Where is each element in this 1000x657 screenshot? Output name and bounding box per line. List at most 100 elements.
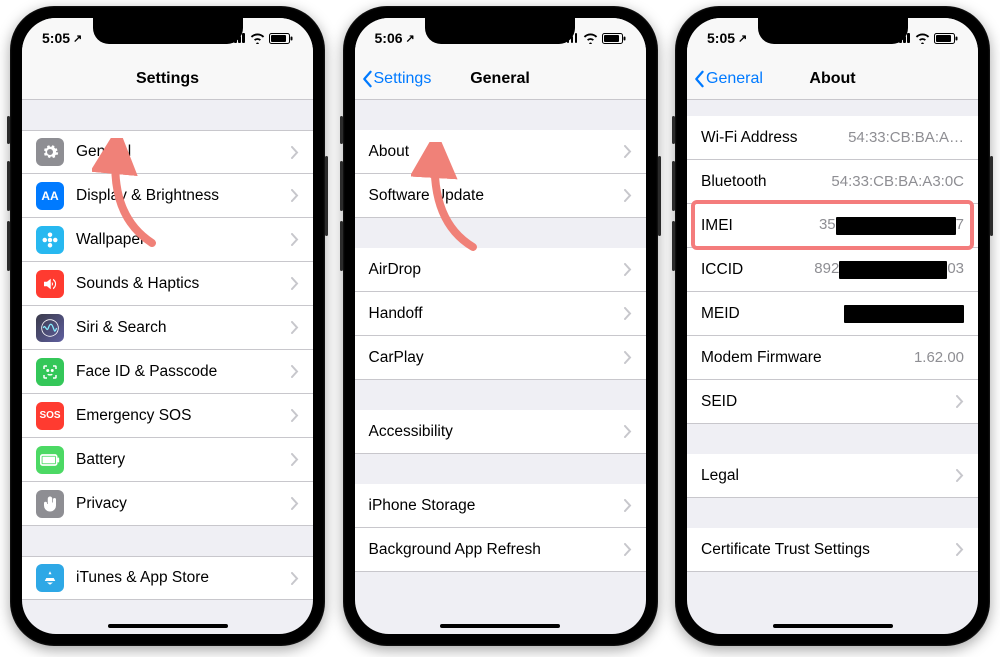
- chevron-right-icon: [291, 365, 299, 378]
- battery-icon: [602, 33, 626, 44]
- chevron-right-icon: [291, 233, 299, 246]
- row-label: Emergency SOS: [76, 407, 283, 425]
- row-value: 1.62.00: [914, 349, 964, 366]
- general-row-software-update[interactable]: Software Update: [355, 174, 646, 218]
- row-label: MEID: [701, 305, 844, 323]
- settings-row-privacy[interactable]: Privacy: [22, 482, 313, 526]
- nav-bar: General About: [687, 58, 978, 100]
- settings-row-sounds-haptics[interactable]: Sounds & Haptics: [22, 262, 313, 306]
- settings-row-itunes-app-store[interactable]: iTunes & App Store: [22, 556, 313, 600]
- row-label: Battery: [76, 451, 283, 469]
- settings-row-general[interactable]: General: [22, 130, 313, 174]
- about-row-certificate-trust-settings[interactable]: Certificate Trust Settings: [687, 528, 978, 572]
- general-row-accessibility[interactable]: Accessibility: [355, 410, 646, 454]
- gear-icon: [36, 138, 64, 166]
- chevron-right-icon: [624, 307, 632, 320]
- row-label: Wi-Fi Address: [701, 129, 848, 147]
- location-icon: ↗: [406, 32, 415, 45]
- row-value: 89203: [814, 260, 964, 278]
- status-time: 5:06: [375, 30, 403, 46]
- about-row-modem-firmware: Modem Firmware1.62.00: [687, 336, 978, 380]
- row-label: Accessibility: [369, 423, 616, 441]
- row-label: Background App Refresh: [369, 541, 616, 559]
- nav-title: Settings: [136, 70, 199, 88]
- row-value: [844, 304, 964, 322]
- chevron-right-icon: [291, 453, 299, 466]
- chevron-right-icon: [624, 263, 632, 276]
- hand-icon: [36, 490, 64, 518]
- nav-bar: Settings General: [355, 58, 646, 100]
- row-label: General: [76, 143, 283, 161]
- chevron-right-icon: [291, 321, 299, 334]
- general-row-carplay[interactable]: CarPlay: [355, 336, 646, 380]
- notch: [758, 18, 908, 44]
- row-label: iPhone Storage: [369, 497, 616, 515]
- settings-row-display-brightness[interactable]: AADisplay & Brightness: [22, 174, 313, 218]
- row-label: Modem Firmware: [701, 349, 914, 367]
- row-label: Privacy: [76, 495, 283, 513]
- wifi-icon: [250, 33, 265, 44]
- about-row-wi-fi-address: Wi-Fi Address54:33:CB:BA:A…: [687, 116, 978, 160]
- chevron-right-icon: [291, 146, 299, 159]
- about-row-iccid: ICCID89203: [687, 248, 978, 292]
- home-indicator: [773, 624, 893, 628]
- nav-back-button[interactable]: General: [693, 58, 763, 99]
- general-row-background-app-refresh[interactable]: Background App Refresh: [355, 528, 646, 572]
- row-label: Display & Brightness: [76, 187, 283, 205]
- face-icon: [36, 358, 64, 386]
- nav-back-label: Settings: [374, 70, 432, 88]
- battery-icon: [36, 446, 64, 474]
- appstore-icon: [36, 564, 64, 592]
- row-label: Sounds & Haptics: [76, 275, 283, 293]
- phone-general: 5:06 ↗ Settings General About Software Up…: [343, 6, 658, 646]
- nav-back-label: General: [706, 70, 763, 88]
- row-value: 54:33:CB:BA:A…: [848, 129, 964, 146]
- row-label: AirDrop: [369, 261, 616, 279]
- row-label: Siri & Search: [76, 319, 283, 337]
- status-time: 5:05: [707, 30, 735, 46]
- nav-title: General: [470, 70, 530, 88]
- chevron-right-icon: [956, 543, 964, 556]
- chevron-right-icon: [291, 572, 299, 585]
- status-time: 5:05: [42, 30, 70, 46]
- phone-about: 5:05 ↗ General About Wi-Fi Address54:33:…: [675, 6, 990, 646]
- settings-row-siri-search[interactable]: Siri & Search: [22, 306, 313, 350]
- about-row-bluetooth: Bluetooth54:33:CB:BA:A3:0C: [687, 160, 978, 204]
- chevron-right-icon: [624, 543, 632, 556]
- row-label: SEID: [701, 393, 948, 411]
- row-label: Face ID & Passcode: [76, 363, 283, 381]
- notch: [93, 18, 243, 44]
- location-icon: ↗: [738, 32, 747, 45]
- about-row-legal[interactable]: Legal: [687, 454, 978, 498]
- row-label: Handoff: [369, 305, 616, 323]
- chevron-right-icon: [956, 395, 964, 408]
- settings-row-battery[interactable]: Battery: [22, 438, 313, 482]
- general-row-handoff[interactable]: Handoff: [355, 292, 646, 336]
- battery-icon: [269, 33, 293, 44]
- general-row-about[interactable]: About: [355, 130, 646, 174]
- settings-row-wallpaper[interactable]: Wallpaper: [22, 218, 313, 262]
- general-row-airdrop[interactable]: AirDrop: [355, 248, 646, 292]
- nav-back-button[interactable]: Settings: [361, 58, 432, 99]
- chevron-right-icon: [624, 145, 632, 158]
- siri-icon: [36, 314, 64, 342]
- home-indicator: [440, 624, 560, 628]
- wifi-icon: [915, 33, 930, 44]
- chevron-right-icon: [624, 499, 632, 512]
- row-label: ICCID: [701, 261, 814, 279]
- settings-row-emergency-sos[interactable]: SOS Emergency SOS: [22, 394, 313, 438]
- general-row-iphone-storage[interactable]: iPhone Storage: [355, 484, 646, 528]
- nav-bar: Settings: [22, 58, 313, 100]
- chevron-right-icon: [291, 277, 299, 290]
- row-label: IMEI: [701, 217, 819, 235]
- phone-settings: 5:05 ↗ Settings General AADisplay & Brigh…: [10, 6, 325, 646]
- wifi-icon: [583, 33, 598, 44]
- chevron-right-icon: [624, 351, 632, 364]
- settings-row-face-id-passcode[interactable]: Face ID & Passcode: [22, 350, 313, 394]
- location-icon: ↗: [73, 32, 82, 45]
- about-row-seid[interactable]: SEID: [687, 380, 978, 424]
- row-label: Legal: [701, 467, 948, 485]
- row-label: About: [369, 143, 616, 161]
- about-row-meid: MEID: [687, 292, 978, 336]
- SOS-icon: SOS: [36, 402, 64, 430]
